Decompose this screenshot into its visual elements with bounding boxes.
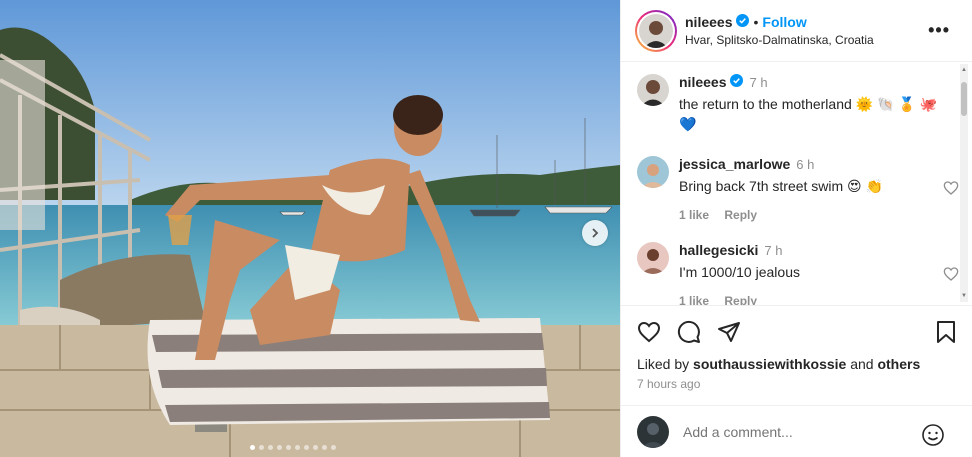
follow-button[interactable]: Follow xyxy=(762,14,806,30)
scroll-down-icon[interactable]: ▼ xyxy=(960,292,968,300)
comment-item: hallegesicki 7 h I'm 1000/10 jealous 1 l… xyxy=(637,242,959,305)
verified-icon xyxy=(730,74,744,90)
reply-button[interactable]: Reply xyxy=(724,294,757,305)
carousel-dot[interactable] xyxy=(268,445,273,450)
liked-by-prefix: Liked by xyxy=(637,356,690,372)
carousel-dot[interactable] xyxy=(286,445,291,450)
comment-time[interactable]: 6 h xyxy=(796,157,814,172)
carousel-dot[interactable] xyxy=(259,445,264,450)
scroll-thumb[interactable] xyxy=(961,82,967,116)
heart-icon[interactable] xyxy=(943,180,959,201)
carousel-dots xyxy=(250,445,336,450)
comment-username[interactable]: nileees xyxy=(679,74,726,90)
post-time-ago[interactable]: 7 hours ago xyxy=(637,377,957,391)
heart-icon[interactable] xyxy=(637,320,661,344)
post-photo[interactable] xyxy=(0,0,620,457)
carousel-dot[interactable] xyxy=(295,445,300,450)
caption-text: the return to the motherland 🌞 🐚 🏅 🐙 💙 xyxy=(679,96,938,132)
chevron-right-icon xyxy=(590,228,600,238)
scroll-up-icon[interactable]: ▲ xyxy=(960,66,968,74)
liked-by: Liked by southaussiewithkossie and other… xyxy=(637,356,957,372)
comment-item: jessica_marlowe 6 h Bring back 7th stree… xyxy=(637,156,959,222)
carousel-dot[interactable] xyxy=(277,445,282,450)
avatar[interactable] xyxy=(637,156,669,188)
photo-image xyxy=(0,0,620,457)
header-text: nileees • Follow Hvar, Splitsko-Dalmatin… xyxy=(685,14,874,47)
carousel-dot[interactable] xyxy=(331,445,336,450)
author-username[interactable]: nileees xyxy=(685,14,732,30)
comments-list: nileees 7 h the return to the motherland… xyxy=(621,62,972,305)
carousel-dot[interactable] xyxy=(304,445,309,450)
comment-text: Bring back 7th street swim 😍 👏 xyxy=(679,178,883,194)
heart-icon[interactable] xyxy=(943,266,959,287)
carousel-dot[interactable] xyxy=(250,445,255,450)
comment-username[interactable]: jessica_marlowe xyxy=(679,156,790,172)
comment-username[interactable]: hallegesicki xyxy=(679,242,758,258)
comment-input[interactable] xyxy=(683,423,903,440)
avatar[interactable] xyxy=(637,242,669,274)
share-icon[interactable] xyxy=(717,320,741,344)
comment-time[interactable]: 7 h xyxy=(764,243,782,258)
more-icon[interactable]: ••• xyxy=(928,20,950,41)
comment-likes[interactable]: 1 like xyxy=(679,294,709,305)
add-comment-bar xyxy=(621,405,972,457)
comment-likes[interactable]: 1 like xyxy=(679,208,709,222)
separator: • xyxy=(753,14,759,30)
avatar[interactable] xyxy=(637,74,669,106)
next-photo-button[interactable] xyxy=(582,220,608,246)
liked-by-others[interactable]: others xyxy=(877,356,920,372)
liked-by-user[interactable]: southaussiewithkossie xyxy=(693,356,846,372)
caption: nileees 7 h the return to the motherland… xyxy=(637,74,947,134)
bookmark-icon[interactable] xyxy=(935,320,957,344)
comment-time[interactable]: 7 h xyxy=(749,75,767,90)
post-side-panel: nileees • Follow Hvar, Splitsko-Dalmatin… xyxy=(620,0,972,457)
author-avatar-ring[interactable] xyxy=(635,9,677,52)
post-location[interactable]: Hvar, Splitsko-Dalmatinska, Croatia xyxy=(685,33,874,47)
emoji-icon[interactable] xyxy=(921,423,945,452)
liked-by-and: and xyxy=(850,356,874,372)
post-header: nileees • Follow Hvar, Splitsko-Dalmatin… xyxy=(621,0,972,62)
avatar xyxy=(637,415,669,448)
verified-icon xyxy=(736,14,750,30)
carousel-dot[interactable] xyxy=(322,445,327,450)
post-actions: Liked by southaussiewithkossie and other… xyxy=(621,305,972,405)
carousel-dot[interactable] xyxy=(313,445,318,450)
comments-scrollbar[interactable]: ▲ ▼ xyxy=(960,64,968,302)
comment-text: I'm 1000/10 jealous xyxy=(679,264,800,280)
reply-button[interactable]: Reply xyxy=(724,208,757,222)
avatar xyxy=(639,13,673,48)
comment-icon[interactable] xyxy=(677,320,701,344)
